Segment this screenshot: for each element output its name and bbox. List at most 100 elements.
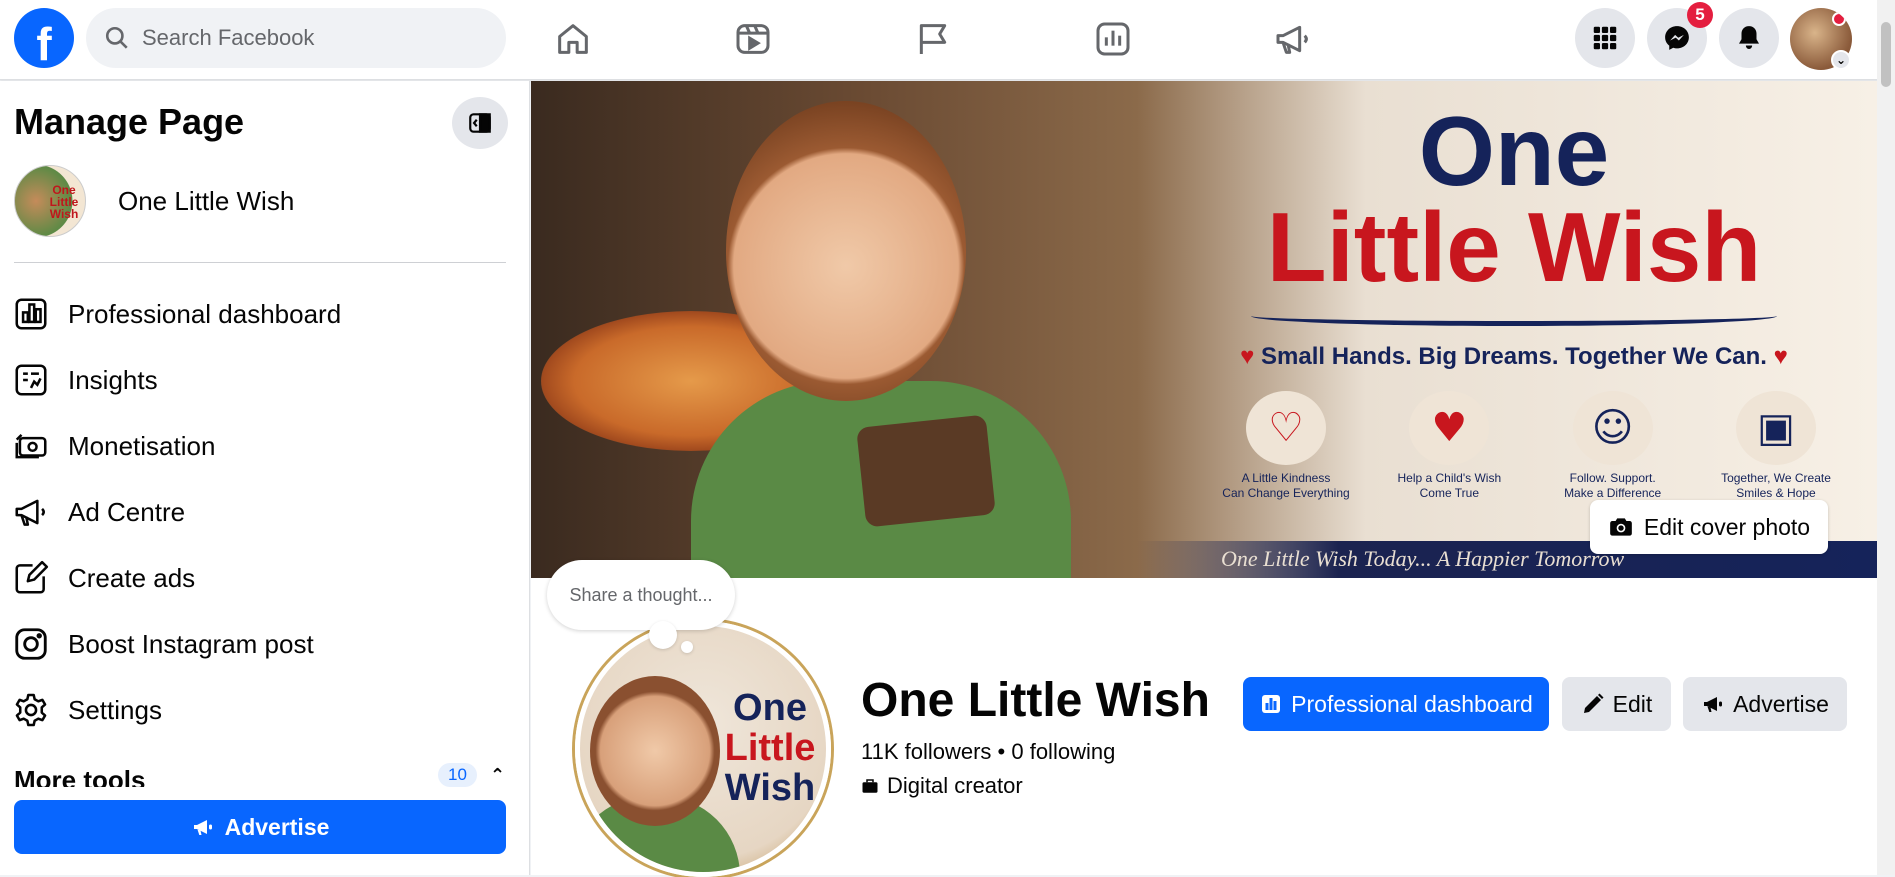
cover-photo[interactable]: One Little Wish ♥ Small Hands. Big Dream…: [531, 81, 1877, 578]
share-thought-bubble[interactable]: Share a thought...: [547, 560, 735, 630]
collapse-sidebar-button[interactable]: [452, 97, 508, 149]
notification-dot: [1832, 12, 1846, 26]
cover-feature: ☺ Follow. Support. Make a Difference: [1538, 391, 1688, 501]
video-icon: [736, 24, 770, 54]
sidebar-menu: Professional dashboard Insights Monetisa…: [0, 281, 530, 743]
thought-bubble-dot: [681, 641, 693, 653]
cover-title-line2: Little Wish: [1266, 192, 1762, 302]
facebook-logo[interactable]: f: [14, 8, 74, 68]
cover-swoosh-divider: [1251, 306, 1777, 326]
camera-icon: [1610, 518, 1632, 536]
search-icon: [105, 26, 128, 49]
sidebar-item-label: Boost Instagram post: [68, 628, 314, 659]
sidebar-item-monetisation[interactable]: Monetisation: [0, 413, 530, 479]
pencil-icon: [1583, 693, 1604, 713]
sidebar-item-ad-centre[interactable]: Ad Centre: [0, 479, 530, 545]
tab-insights[interactable]: [1053, 0, 1173, 78]
cover-feature-caption: Help a Child's Wish Come True: [1397, 471, 1502, 500]
sidebar-item-create-ads[interactable]: Create ads: [0, 545, 530, 611]
profile-picture[interactable]: One Little Wish: [575, 621, 831, 877]
top-navigation-bar: f Search Facebook 5 ⌄: [0, 0, 1895, 80]
advertise-label: Advertise: [1733, 690, 1829, 717]
tab-home[interactable]: [513, 0, 633, 78]
edit-page-button[interactable]: Edit: [1562, 677, 1671, 731]
heart-hands-icon: ♥: [1409, 391, 1490, 465]
edit-cover-photo-label: Edit cover photo: [1643, 513, 1811, 540]
advertise-button[interactable]: Advertise: [1683, 677, 1847, 731]
tab-ads[interactable]: [1233, 0, 1353, 78]
search-bar[interactable]: [86, 8, 506, 68]
sidebar-item-label: Create ads: [68, 562, 196, 593]
cover-wallet-graphic: [856, 414, 996, 528]
people-icon: ☺: [1572, 391, 1653, 465]
profile-pic-text-line3: Wish: [724, 767, 816, 809]
tab-pages[interactable]: [873, 0, 993, 78]
page-follower-stats[interactable]: 11K followers • 0 following: [861, 739, 1115, 765]
cover-feature-icons: ♡ A Little Kindness Can Change Everythin…: [1211, 391, 1851, 501]
sidebar-advertise-label: Advertise: [224, 813, 330, 840]
sidebar-page-name: One Little Wish: [118, 185, 295, 216]
account-menu-chevron[interactable]: ⌄: [1831, 50, 1851, 70]
cover-bottom-text: One Little Wish Today... A Happier Tomor…: [1221, 546, 1625, 571]
cover-feature-caption: Follow. Support. Make a Difference: [1564, 471, 1662, 500]
cover-feature-caption: Together, We Create Smiles & Hope: [1721, 471, 1831, 500]
megaphone-icon: [1276, 25, 1308, 54]
bell-icon: [1739, 26, 1759, 49]
messenger-button[interactable]: 5: [1647, 2, 1713, 68]
megaphone-icon: [193, 820, 212, 835]
sidebar-toggle-icon: [469, 113, 491, 133]
messenger-badge: 5: [1687, 2, 1713, 28]
cover-feature: ♥ Help a Child's Wish Come True: [1374, 391, 1524, 501]
messenger-icon: [1665, 26, 1689, 50]
cover-child-head-graphic: [726, 101, 966, 401]
profile-pic-text-line2: Little: [724, 727, 816, 769]
edit-page-label: Edit: [1612, 690, 1653, 717]
heart-icon: ♡: [1246, 391, 1326, 465]
sidebar-item-label: Professional dashboard: [68, 298, 342, 329]
page-title: One Little Wish: [861, 674, 1210, 727]
profile-child-graphic: [590, 676, 720, 826]
tab-video[interactable]: [693, 0, 813, 78]
heart-icon: ♥: [1773, 343, 1788, 370]
home-icon: [558, 24, 588, 54]
sidebar-item-label: Settings: [68, 694, 162, 725]
profile-pic-text-line1: One: [733, 687, 807, 729]
sidebar-item-label: Monetisation: [68, 430, 216, 461]
dashboard-icon: [15, 298, 47, 330]
more-tools-section[interactable]: More tools 10 ⌃: [14, 761, 506, 787]
page-main-content: One Little Wish ♥ Small Hands. Big Dream…: [531, 81, 1877, 877]
edit-cover-photo-button[interactable]: Edit cover photo: [1590, 500, 1828, 554]
sidebar-advertise-button[interactable]: Advertise: [14, 800, 506, 854]
cover-feature-caption: A Little Kindness Can Change Everything: [1222, 471, 1350, 500]
menu-button[interactable]: [1575, 8, 1635, 68]
search-input[interactable]: [142, 25, 482, 51]
scrollbar-thumb[interactable]: [1881, 22, 1891, 87]
page-scrollbar[interactable]: [1877, 0, 1895, 875]
sidebar-page-link[interactable]: One Little Wish One Little Wish: [14, 165, 294, 237]
cover-tagline: ♥ Small Hands. Big Dreams. Together We C…: [1151, 343, 1877, 371]
manage-page-sidebar: Manage Page One Little Wish One Little W…: [0, 81, 530, 875]
heart-icon: ♥: [1240, 343, 1255, 370]
chevron-up-icon[interactable]: ⌃: [490, 765, 505, 786]
sidebar-item-settings[interactable]: Settings: [0, 677, 530, 743]
sidebar-item-professional-dashboard[interactable]: Professional dashboard: [0, 281, 530, 347]
edit-icon: [15, 560, 49, 594]
page-category-label: Digital creator: [887, 773, 1023, 798]
cover-feature: ▣ Together, We Create Smiles & Hope: [1701, 391, 1851, 501]
megaphone-icon: [1704, 697, 1723, 712]
gear-icon: [15, 693, 47, 727]
page-category: Digital creator: [861, 773, 1023, 799]
sidebar-item-boost-instagram[interactable]: Boost Instagram post: [0, 611, 530, 677]
sidebar-item-label: Insights: [68, 364, 158, 395]
sidebar-title: Manage Page: [14, 101, 245, 142]
sidebar-item-label: Ad Centre: [68, 496, 186, 527]
insights-icon: [1096, 22, 1130, 56]
page-avatar-text: One Little Wish: [49, 183, 79, 221]
page-avatar: One Little Wish: [14, 165, 86, 237]
professional-dashboard-button[interactable]: Professional dashboard: [1243, 677, 1549, 731]
insights-icon: [15, 364, 47, 396]
gift-icon: ▣: [1735, 391, 1816, 465]
notifications-button[interactable]: [1719, 8, 1779, 68]
instagram-icon: [15, 628, 47, 660]
sidebar-item-insights[interactable]: Insights: [0, 347, 530, 413]
